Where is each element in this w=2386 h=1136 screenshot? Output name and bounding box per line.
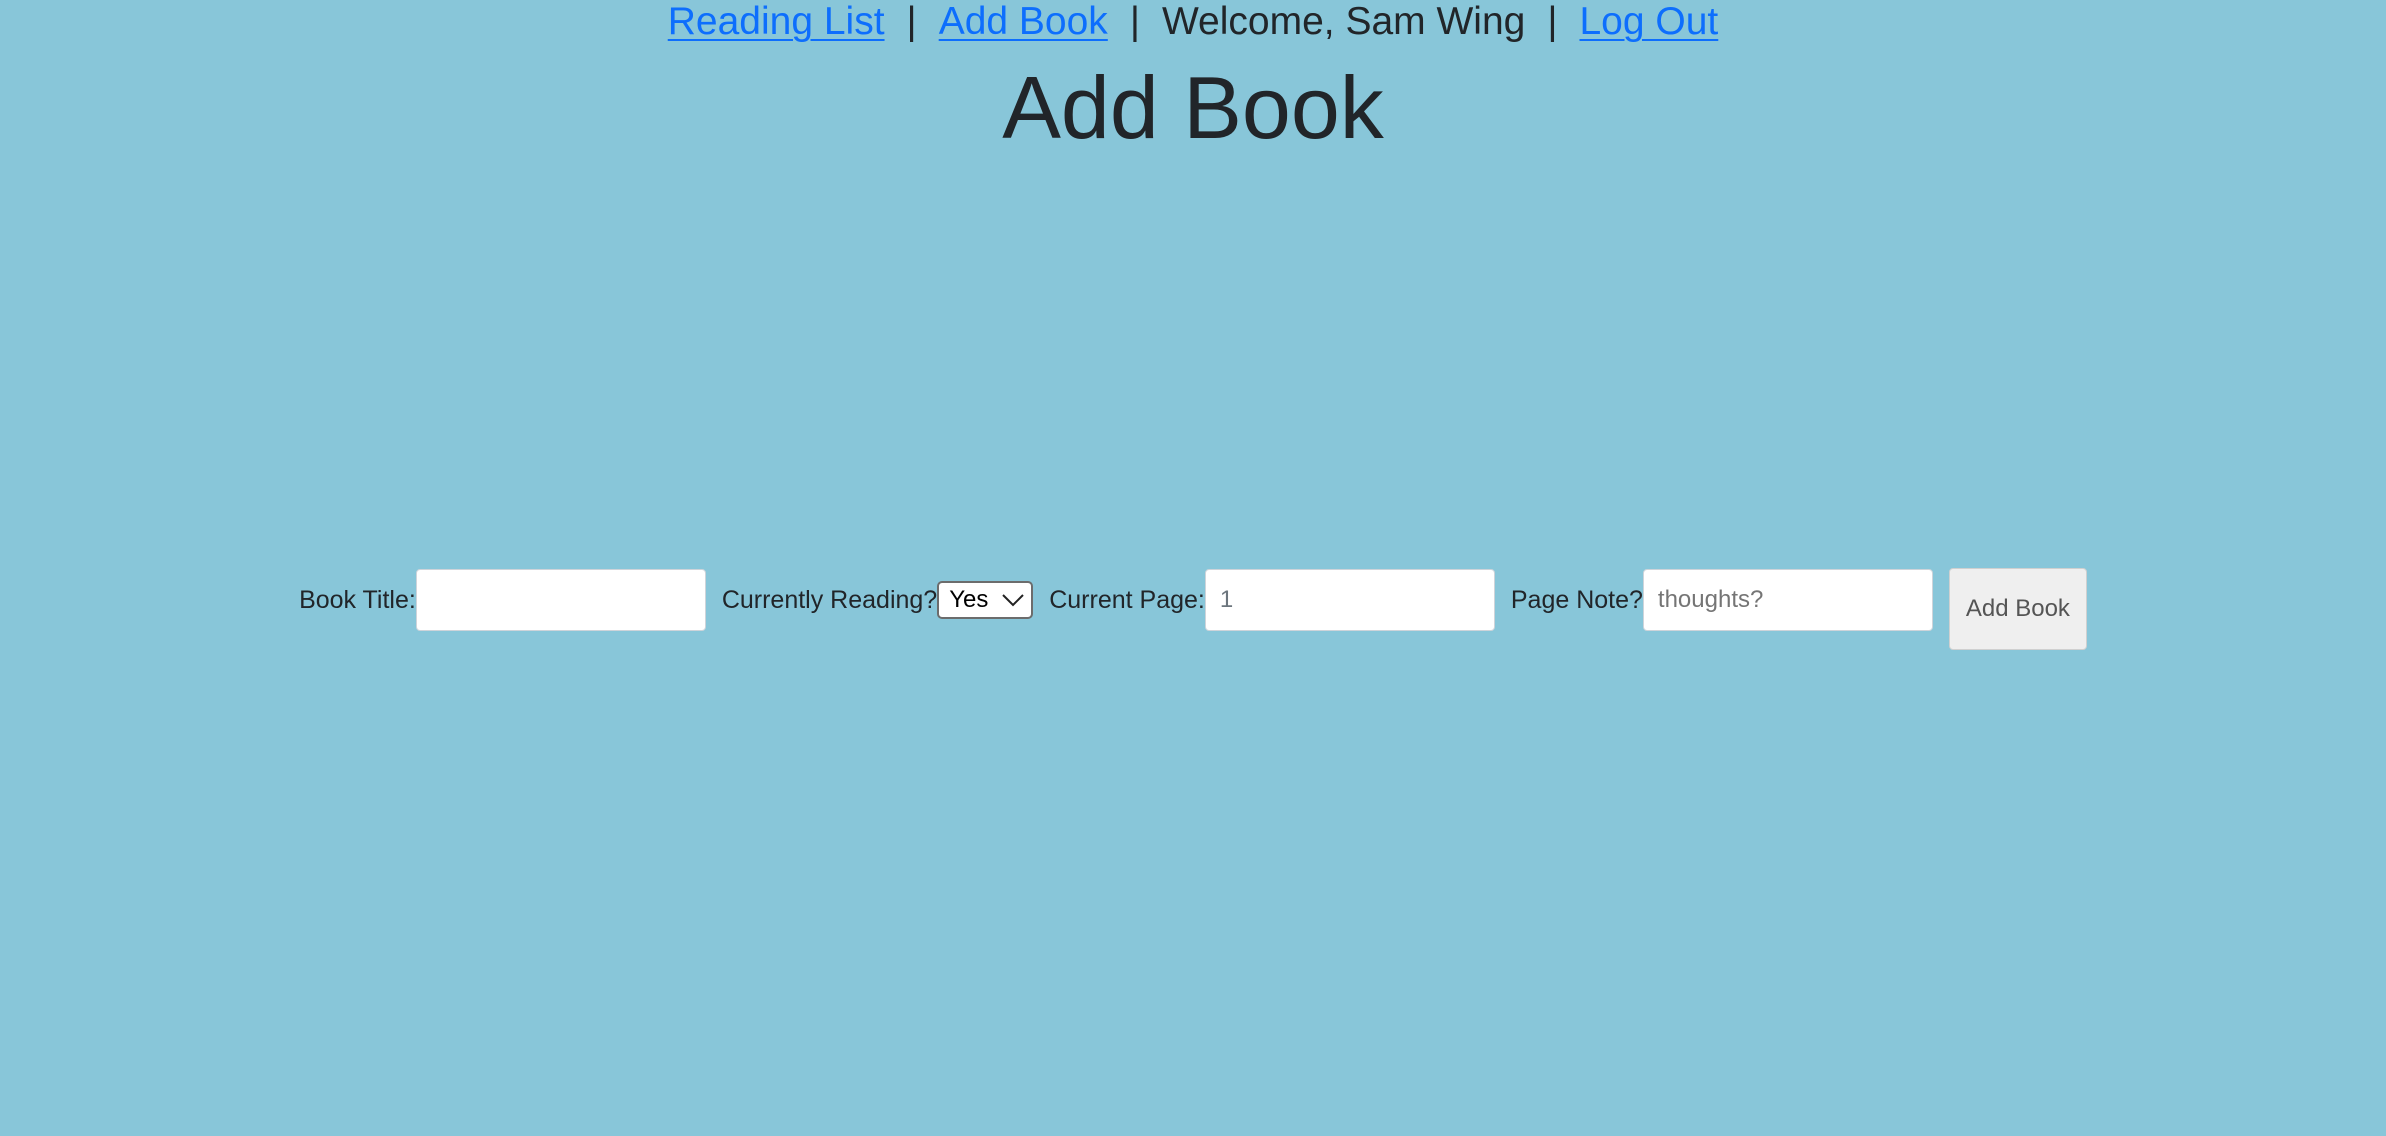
book-title-label: Book Title: [299, 585, 416, 614]
add-book-button[interactable]: Add Book [1948, 568, 2087, 650]
page-note-input[interactable]: thoughts? [1642, 569, 1933, 631]
currently-reading-select[interactable]: Yes [937, 581, 1034, 619]
nav-separator: | [1129, 0, 1140, 43]
book-title-input[interactable] [415, 569, 706, 631]
currently-reading-label: Currently Reading? [721, 585, 938, 614]
chevron-down-icon [1001, 593, 1025, 607]
page-note-placeholder: thoughts? [1657, 586, 1764, 613]
current-page-input[interactable]: 1 [1204, 569, 1495, 631]
current-page-label: Current Page: [1049, 585, 1205, 614]
nav-separator: | [1547, 0, 1558, 43]
welcome-text: Welcome, Sam Wing [1161, 0, 1526, 43]
log-out-link[interactable]: Log Out [1579, 0, 1718, 44]
page-note-label: Page Note? [1510, 585, 1643, 614]
add-book-form: Book Title: Currently Reading? Yes Curre… [0, 558, 2386, 650]
add-book-link[interactable]: Add Book [939, 0, 1108, 44]
page-title: Add Book [1002, 58, 1384, 157]
currently-reading-value: Yes [949, 586, 989, 613]
top-nav: Reading List | Add Book | Welcome, Sam W… [0, 0, 2386, 44]
current-page-value: 1 [1219, 586, 1234, 613]
reading-list-link[interactable]: Reading List [668, 0, 885, 44]
nav-separator: | [906, 0, 917, 43]
